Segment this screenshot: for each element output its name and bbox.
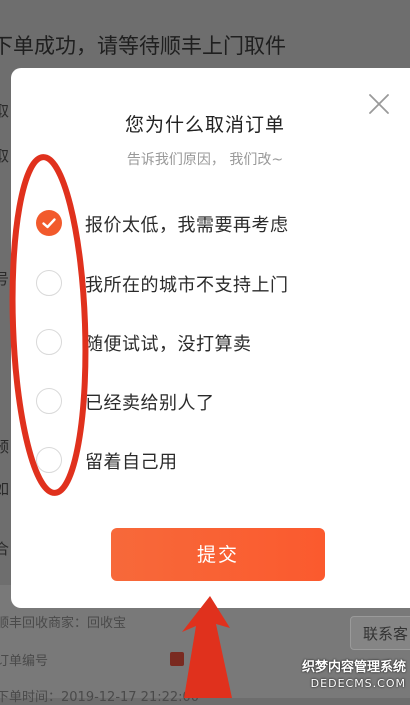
order-success-header: 下单成功，请等待顺丰上门取件 bbox=[0, 34, 286, 58]
order-number-row: 订单编号 bbox=[0, 654, 49, 669]
radio-unchecked-icon[interactable] bbox=[36, 329, 62, 355]
watermark: 织梦内容管理系统 DEDECMS.COM bbox=[302, 660, 406, 692]
background-text-fragment: 预 bbox=[0, 438, 10, 456]
radio-unchecked-icon[interactable] bbox=[36, 447, 62, 473]
reason-option-label: 随便试试，没打算卖 bbox=[85, 334, 252, 355]
watermark-domain: DEDECMS.COM bbox=[310, 677, 406, 690]
background-text-fragment: 如 bbox=[0, 480, 10, 498]
submit-button[interactable]: 提交 bbox=[111, 528, 325, 581]
reason-option-sold-elsewhere[interactable]: 已经卖给别人了 bbox=[36, 381, 356, 421]
dialog-title: 您为什么取消订单 bbox=[124, 114, 285, 136]
radio-unchecked-icon[interactable] bbox=[36, 388, 62, 414]
reason-option-label: 留着自己用 bbox=[85, 452, 178, 473]
reason-option-city-unsupported[interactable]: 我所在的城市不支持上门 bbox=[36, 263, 356, 303]
merchant-row: 顺丰回收商家：回收宝 bbox=[0, 616, 127, 631]
background-text-fragment: 号 bbox=[0, 270, 10, 288]
reason-option-label: 报价太低，我需要再考虑 bbox=[85, 215, 289, 236]
radio-checked-icon[interactable] bbox=[36, 210, 62, 236]
reason-option-price-too-low[interactable]: 报价太低，我需要再考虑 bbox=[36, 203, 356, 243]
radio-unchecked-icon[interactable] bbox=[36, 270, 62, 296]
background-text-fragment: 合 bbox=[0, 540, 10, 558]
dialog-subtitle: 告诉我们原因， 我们改~ bbox=[126, 152, 284, 168]
reason-option-just-trying[interactable]: 随便试试，没打算卖 bbox=[36, 322, 356, 362]
reason-option-keep-for-self[interactable]: 留着自己用 bbox=[36, 440, 356, 480]
reason-option-label: 我所在的城市不支持上门 bbox=[85, 275, 289, 296]
reason-option-label: 已经卖给别人了 bbox=[85, 393, 215, 414]
copy-icon bbox=[170, 652, 184, 666]
order-time-row: 下单时间：2019-12-17 21:22:00 bbox=[0, 690, 200, 705]
contact-button[interactable]: 联系客 bbox=[350, 616, 410, 650]
watermark-title: 织梦内容管理系统 bbox=[301, 660, 406, 675]
